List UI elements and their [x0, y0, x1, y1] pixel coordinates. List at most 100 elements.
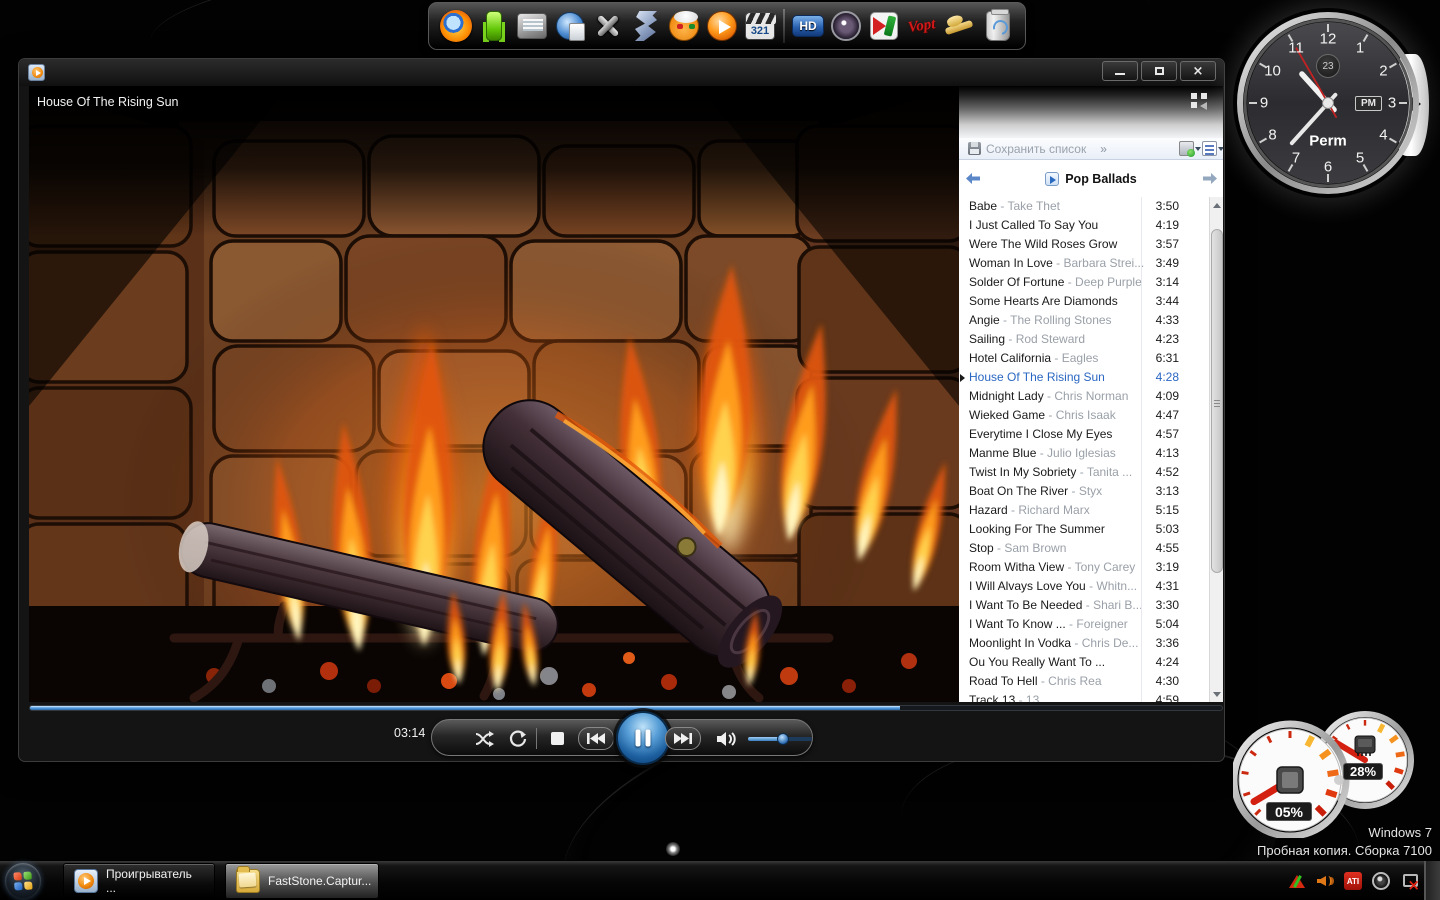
playlist-track[interactable]: Wieked Game - Chris Isaak 4:47 — [959, 406, 1209, 425]
scroll-up-button[interactable] — [1210, 197, 1223, 213]
taskbar-button-folder[interactable]: FastStone.Captur... — [225, 863, 379, 899]
track-artist: - Chris Rea — [1037, 674, 1101, 688]
playlist-track[interactable]: Track 13 - 13 4:59 — [959, 691, 1209, 702]
clock-numeral: 7 — [1292, 150, 1300, 167]
next-icon — [674, 733, 692, 744]
playlist-track[interactable]: Some Hearts Are Diamonds 3:44 — [959, 292, 1209, 311]
scrollbar-thumb[interactable] — [1211, 229, 1223, 573]
track-title: Hazard — [969, 503, 1008, 517]
playlist-track[interactable]: Hazard - Richard Marx 5:15 — [959, 501, 1209, 520]
playlist-track[interactable]: Woman In Love - Barbara Strei... 3:49 — [959, 254, 1209, 273]
track-title: I Will Alvays Love You — [969, 579, 1086, 593]
playlist-track-current[interactable]: House Of The Rising Sun 4:28 — [959, 368, 1209, 387]
playlist-track[interactable]: Ou You Really Want To ... 4:24 — [959, 653, 1209, 672]
playlist-track[interactable]: I Just Called To Say You 4:19 — [959, 216, 1209, 235]
scroll-down-button[interactable] — [1210, 686, 1223, 702]
playlist-track[interactable]: Stop - Sam Brown 4:55 — [959, 539, 1209, 558]
repeat-button[interactable] — [502, 720, 534, 757]
seek-bar[interactable] — [29, 705, 1223, 711]
playlist-track[interactable]: Manme Blue - Julio Iglesias 4:13 — [959, 444, 1209, 463]
playlist-track[interactable]: Boat On The River - Styx 3:13 — [959, 482, 1209, 501]
shuffle-button[interactable] — [468, 720, 502, 757]
playlist-track[interactable]: Midnight Lady - Chris Norman 4:09 — [959, 387, 1209, 406]
list-options-icon[interactable] — [1202, 141, 1217, 156]
dock-icon-tools[interactable] — [589, 6, 627, 46]
dock-icon-fishtool[interactable] — [941, 6, 979, 46]
visualization-area[interactable]: House Of The Rising Sun — [29, 86, 959, 702]
playlist-track[interactable]: Hotel California - Eagles 6:31 — [959, 349, 1209, 368]
track-time: 4:09 — [1156, 387, 1179, 406]
playlist-track[interactable]: Angie - The Rolling Stones 4:33 — [959, 311, 1209, 330]
stop-button[interactable] — [540, 720, 574, 757]
next-playlist-arrow[interactable] — [1197, 172, 1223, 185]
dock-icon-qip[interactable] — [475, 6, 513, 46]
playlist-track[interactable]: Sailing - Rod Steward 4:23 — [959, 330, 1209, 349]
dock-icon-monitor[interactable] — [513, 6, 551, 46]
playlist-track[interactable]: Road To Hell - Chris Rea 4:30 — [959, 672, 1209, 691]
show-desktop-button[interactable] — [1424, 861, 1440, 900]
volume-slider[interactable] — [748, 720, 812, 757]
titlebar[interactable]: × — [19, 59, 1224, 86]
track-title: Wieked Game — [969, 408, 1045, 422]
cpu-meter-gadget[interactable]: 05% 28% — [1233, 703, 1440, 838]
playlist-track[interactable]: Were The Wild Roses Grow 3:57 — [959, 235, 1209, 254]
dock-icon-dvdfab[interactable] — [665, 6, 703, 46]
playlist-track[interactable]: I Want To Know ... - Foreigner 5:04 — [959, 615, 1209, 634]
track-title: Stop — [969, 541, 994, 555]
playlist-track[interactable]: I Will Alvays Love You - Whitn... 4:31 — [959, 577, 1209, 596]
playlist-scrollbar[interactable] — [1209, 197, 1223, 702]
tray-icon-afterburner[interactable] — [1288, 872, 1306, 890]
seek-progress — [30, 706, 900, 710]
playlist-name[interactable]: Pop Ballads — [1065, 172, 1137, 186]
previous-icon — [587, 733, 605, 744]
maximize-button[interactable] — [1141, 61, 1177, 81]
toolbar-overflow-chevron[interactable]: » — [1100, 142, 1107, 156]
playlist-track[interactable]: Babe - Take Thet 3:50 — [959, 197, 1209, 216]
previous-button[interactable] — [578, 727, 614, 750]
close-button[interactable]: × — [1180, 61, 1216, 81]
playlist-track[interactable]: Twist In My Sobriety - Tanita ... 4:52 — [959, 463, 1209, 482]
switch-to-library-icon[interactable] — [1191, 93, 1211, 109]
start-button[interactable] — [5, 863, 41, 899]
playlist-track[interactable]: Room Witha View - Tony Carey 3:19 — [959, 558, 1209, 577]
playlist-track[interactable]: Looking For The Summer 5:03 — [959, 520, 1209, 539]
playlist-view-icon[interactable] — [1179, 141, 1194, 156]
playlist-track[interactable]: Everytime I Close My Eyes 4:57 — [959, 425, 1209, 444]
playlist-track[interactable]: Moonlight In Vodka - Chris De... 3:36 — [959, 634, 1209, 653]
next-button[interactable] — [665, 727, 701, 750]
dock-icon-firefox[interactable] — [437, 6, 475, 46]
watermark-line2: Пробная копия. Сборка 7100 — [1257, 842, 1432, 860]
previous-playlist-arrow[interactable] — [959, 172, 985, 185]
dock-icon-faststone[interactable] — [865, 6, 903, 46]
arrow-right-icon — [1202, 172, 1219, 185]
dock-icon-globe[interactable] — [551, 6, 589, 46]
clock-gadget[interactable]: 123456789101112 23 PM Perm — [1233, 8, 1433, 202]
dock-icon-mpc[interactable]: 321 — [741, 6, 779, 46]
playlist-track[interactable]: Solder Of Fortune - Deep Purple 3:14 — [959, 273, 1209, 292]
tray-icon-volume[interactable] — [1316, 872, 1334, 890]
playlist-play-icon[interactable] — [1045, 172, 1059, 186]
track-time: 4:33 — [1156, 311, 1179, 330]
tray-icon-lens[interactable] — [1372, 872, 1390, 890]
dock-icon-trash[interactable] — [979, 6, 1017, 46]
pause-button[interactable] — [616, 711, 670, 765]
dock-icon-hd[interactable]: HD — [789, 6, 827, 46]
playlist-track[interactable]: I Want To Be Needed - Shari B... 3:30 — [959, 596, 1209, 615]
tray-icon-ati[interactable]: ATI — [1344, 872, 1362, 890]
track-time: 4:57 — [1156, 425, 1179, 444]
volume-thumb[interactable] — [777, 733, 789, 745]
track-title: Twist In My Sobriety — [969, 465, 1076, 479]
taskbar-button-wmp[interactable]: Проигрыватель ... — [63, 863, 215, 899]
time-column-divider — [1141, 197, 1142, 702]
dock-icon-script[interactable] — [627, 6, 665, 46]
dock-icon-wmp[interactable] — [703, 6, 741, 46]
tray-icon-hw[interactable] — [1400, 872, 1418, 890]
cpu-usage-label: 05% — [1266, 802, 1312, 821]
dock-icon-vopt[interactable]: Vopt — [903, 6, 941, 46]
mute-button[interactable] — [710, 720, 744, 757]
track-artist: - Sam Brown — [994, 541, 1067, 555]
minimize-button[interactable] — [1102, 61, 1138, 81]
track-title: Angie — [969, 313, 1000, 327]
save-playlist-button[interactable]: Сохранить список — [986, 142, 1086, 156]
dock-icon-webcam[interactable] — [827, 6, 865, 46]
